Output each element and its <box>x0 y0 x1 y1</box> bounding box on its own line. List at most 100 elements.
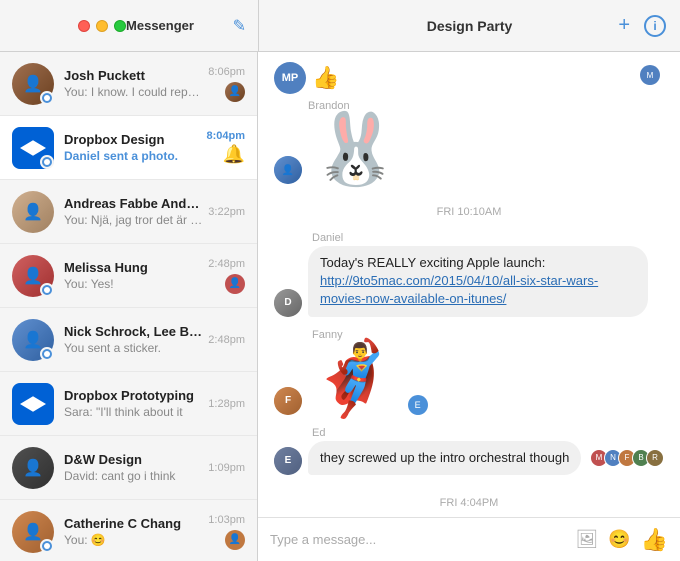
header-icons: + i <box>618 14 666 37</box>
minimize-button[interactable] <box>96 20 108 32</box>
convo-preview-nick: You sent a sticker. <box>64 341 202 355</box>
convo-item-dw[interactable]: 👤 D&W Design David: cant go i think 1:09… <box>0 436 257 500</box>
main-layout: 👤 Josh Puckett You: I know. I could repr… <box>0 52 680 561</box>
avatar-andreas: 👤 <box>12 191 54 233</box>
convo-item-melissa[interactable]: 👤 Melissa Hung You: Yes! 2:48pm 👤 <box>0 244 257 308</box>
convo-preview-melissa: You: Yes! <box>64 277 202 291</box>
avatar-dropbox2 <box>12 383 54 425</box>
fanny-msg-wrap: Fanny 🦸‍♂️ E <box>308 329 398 415</box>
convo-info-dropbox: Dropbox Design Daniel sent a photo. <box>64 132 200 163</box>
convo-time-dw: 1:09pm <box>208 462 245 474</box>
avatar-mp: MP <box>274 62 306 94</box>
avatar-wrap-andreas: 👤 <box>12 191 54 233</box>
sticker-ranger: 🦸‍♂️ <box>308 343 398 415</box>
chat-area: MP 👍 M 👤 Brandon <box>258 52 680 561</box>
avatar-wrap-catherine: 👤 <box>12 511 54 553</box>
chat-header: Design Party + i <box>258 0 680 51</box>
message-input[interactable] <box>270 532 565 547</box>
convo-info-josh: Josh Puckett You: I know. I could reprod… <box>64 68 202 99</box>
avatar-dw: 👤 <box>12 447 54 489</box>
msg-avatar-fanny: F <box>274 387 302 415</box>
compose-icon[interactable]: ✎ <box>233 16 246 36</box>
convo-name-dropbox: Dropbox Design <box>64 132 200 147</box>
convo-meta-dw: 1:09pm <box>208 462 245 474</box>
convo-item-josh[interactable]: 👤 Josh Puckett You: I know. I could repr… <box>0 52 257 116</box>
avatar-wrap-nick: 👤 <box>12 319 54 361</box>
msg-avatar-ed: E <box>274 447 302 475</box>
input-bar: 🖼 😊 👍 <box>258 517 680 561</box>
convo-name-dw: D&W Design <box>64 452 202 467</box>
convo-name-nick: Nick Schrock, Lee Byron, ... <box>64 324 202 339</box>
avatar-wrap-melissa: 👤 <box>12 255 54 297</box>
link-daniel[interactable]: http://9to5mac.com/2015/04/10/all-six-st… <box>320 273 598 306</box>
message-list: MP 👍 M 👤 Brandon <box>258 52 680 517</box>
online-badge-catherine <box>40 539 54 553</box>
convo-time-catherine: 1:03pm <box>208 514 245 526</box>
msg-row-ed: E Ed they screwed up the intro orchestra… <box>274 427 664 475</box>
daniel-msg-wrap: Daniel Today's REALLY exciting Apple lau… <box>308 232 648 317</box>
convo-preview-andreas: You: Njä, jag tror det är lugnt efter... <box>64 213 202 227</box>
right-side-avatar: M <box>640 65 660 85</box>
conversation-list: 👤 Josh Puckett You: I know. I could repr… <box>0 52 258 561</box>
msg-row-daniel: D Daniel Today's REALLY exciting Apple l… <box>274 232 664 317</box>
msg-row-brandon-sticker: 👤 Brandon 🐰 <box>274 100 664 184</box>
msg-group-brandon-sticker: MP 👍 M 👤 Brandon <box>274 62 664 184</box>
convo-meta-josh: 8:06pm 👤 <box>208 66 245 102</box>
convo-meta-nick: 2:48pm <box>208 334 245 346</box>
convo-preview-josh: You: I know. I could reproduce. I h... <box>64 85 202 99</box>
title-bar: Messenger ✎ Design Party + i <box>0 0 680 52</box>
convo-info-dw: D&W Design David: cant go i think <box>64 452 202 483</box>
sender-label-daniel: Daniel <box>312 232 648 244</box>
avatar-wrap-dw: 👤 <box>12 447 54 489</box>
convo-meta-melissa: 2:48pm 👤 <box>208 258 245 294</box>
chat-title: Design Party <box>427 18 513 34</box>
thumbsup-icon[interactable]: 👍 <box>641 527 668 553</box>
reaction-thumbsup: 👍 <box>312 65 339 91</box>
convo-info-dropbox2: Dropbox Prototyping Sara: "I'll think ab… <box>64 388 202 419</box>
convo-preview-dropbox: Daniel sent a photo. <box>64 149 200 163</box>
convo-time-andreas: 3:22pm <box>208 206 245 218</box>
convo-meta-dropbox2: 1:28pm <box>208 398 245 410</box>
convo-preview-dw: David: cant go i think <box>64 469 202 483</box>
convo-name-dropbox2: Dropbox Prototyping <box>64 388 202 403</box>
convo-time-josh: 8:06pm <box>208 66 245 78</box>
convo-item-nick[interactable]: 👤 Nick Schrock, Lee Byron, ... You sent … <box>0 308 257 372</box>
photo-icon[interactable]: 🖼 <box>575 529 598 550</box>
online-badge-melissa <box>40 283 54 297</box>
avatar-wrap-dropbox2 <box>12 383 54 425</box>
msg-avatar-daniel: D <box>274 289 302 317</box>
sticker-bubble-wrap: Brandon 🐰 <box>308 100 399 184</box>
bubble-daniel: Today's REALLY exciting Apple launch: ht… <box>308 246 648 317</box>
online-badge-nick <box>40 347 54 361</box>
convo-time-dropbox2: 1:28pm <box>208 398 245 410</box>
convo-time-melissa: 2:48pm <box>208 258 245 270</box>
convo-name-catherine: Catherine C Chang <box>64 516 202 531</box>
fullscreen-button[interactable] <box>114 20 126 32</box>
add-person-icon[interactable]: + <box>618 14 630 37</box>
convo-info-catherine: Catherine C Chang You: 😊 <box>64 516 202 547</box>
convo-item-dropbox2[interactable]: Dropbox Prototyping Sara: "I'll think ab… <box>0 372 257 436</box>
convo-name-melissa: Melissa Hung <box>64 260 202 275</box>
msg-group-fanny: F Fanny 🦸‍♂️ E <box>274 329 664 415</box>
online-badge-dropbox <box>40 155 54 169</box>
convo-name-andreas: Andreas Fabbe Andersson <box>64 196 202 211</box>
online-badge-josh <box>40 91 54 105</box>
sidebar-header: Messenger ✎ <box>0 18 258 33</box>
emoji-icon[interactable]: 😊 <box>608 529 630 550</box>
convo-meta-andreas: 3:22pm <box>208 206 245 218</box>
info-icon[interactable]: i <box>644 15 666 37</box>
msg-group-daniel: D Daniel Today's REALLY exciting Apple l… <box>274 232 664 317</box>
convo-meta-catherine: 1:03pm 👤 <box>208 514 245 550</box>
msg-row-fanny: F Fanny 🦸‍♂️ E <box>274 329 664 415</box>
convo-info-nick: Nick Schrock, Lee Byron, ... You sent a … <box>64 324 202 355</box>
bubble-ed: they screwed up the intro orchestral tho… <box>308 441 581 475</box>
convo-meta-dropbox: 8:04pm 🔔 <box>206 130 245 165</box>
close-button[interactable] <box>78 20 90 32</box>
convo-item-catherine[interactable]: 👤 Catherine C Chang You: 😊 1:03pm 👤 <box>0 500 257 561</box>
convo-preview-dropbox2: Sara: "I'll think about it <box>64 405 202 419</box>
timestamp-fri-404: FRI 4:04PM <box>274 497 664 509</box>
convo-item-dropbox[interactable]: Dropbox Design Daniel sent a photo. 8:04… <box>0 116 257 180</box>
convo-item-andreas[interactable]: 👤 Andreas Fabbe Andersson You: Njä, jag … <box>0 180 257 244</box>
group-read-avatars: M N F B R <box>594 449 664 467</box>
timestamp-fri-1010: FRI 10:10AM <box>274 206 664 218</box>
